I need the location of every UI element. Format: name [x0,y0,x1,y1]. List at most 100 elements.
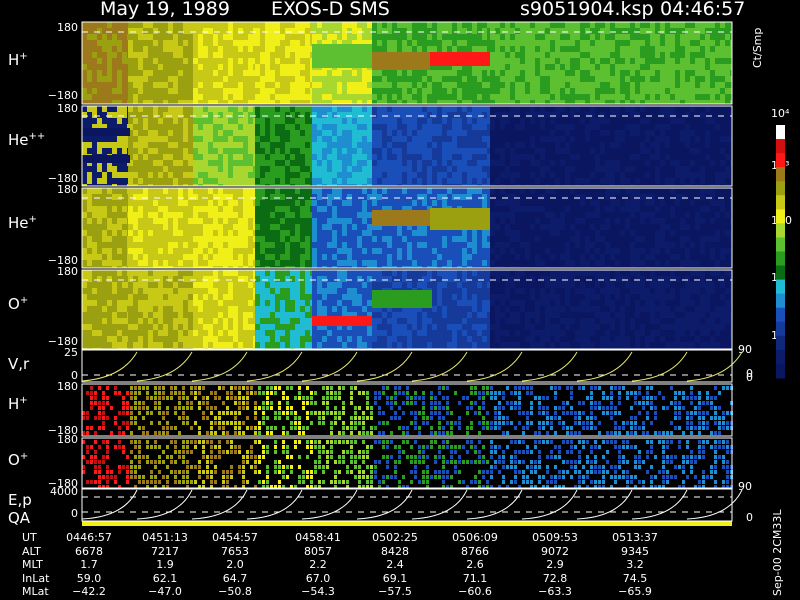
heat-cell [280,22,285,28]
heat-cell [233,82,238,88]
heat-cell [275,218,280,224]
heat-cell [198,254,203,260]
heat-cell [305,124,310,130]
heat-cell [102,212,107,218]
heat-cell [530,148,535,154]
heat-cell [183,194,188,200]
heat-cell [92,254,97,260]
heat-cell [387,160,392,166]
heat-cell [377,178,382,184]
heat-cell [412,34,417,40]
heat-cell [535,136,540,142]
heat-cell [610,124,615,130]
heat-cell [285,46,290,52]
heat-cell [610,82,615,88]
heat-cell [163,58,168,64]
heat-cell [352,136,357,142]
heat-cell [213,218,218,224]
heat-cell [163,218,168,224]
heat-cell [640,28,645,34]
heat-cell [82,34,87,40]
heat-cell [127,40,128,46]
heat-cell [615,112,620,118]
heat-cell [645,28,650,34]
heat-cell [280,52,285,58]
heat-cell [183,212,188,218]
heat-cell [238,106,243,112]
heat-cell [457,230,462,236]
heat-cell [228,22,233,28]
heat-cell [87,82,92,88]
heat-cell [442,242,447,248]
heat-cell [112,34,117,40]
heat-cell [233,160,238,166]
heat-cell [505,172,510,178]
heat-cell [402,28,407,34]
heat-cell [490,188,495,194]
heat-cell [550,34,555,40]
heat-cell [295,124,300,130]
heat-cell [327,194,332,200]
heat-cell [322,206,327,212]
heat-cell [300,260,305,266]
heat-cell [452,248,457,254]
heat-cell [188,46,193,52]
heat-cell [555,70,560,76]
heat-cell [295,82,300,88]
heat-cell [392,136,397,142]
heat-cell [138,82,143,88]
heat-cell [382,160,387,166]
heat-cell [402,76,407,82]
heat-cell [117,40,122,46]
heat-cell [260,70,265,76]
heat-cell [213,58,218,64]
heat-cell [352,112,357,118]
heat-cell [148,46,153,52]
heat-cell [173,142,178,148]
heat-cell [213,242,218,248]
heat-cell [387,236,392,242]
heat-cell [565,118,570,124]
heat-cell [510,142,515,148]
heat-cell [128,200,133,206]
heat-cell [138,230,143,236]
heat-cell [243,130,248,136]
heat-cell [203,160,208,166]
heat-cell [640,148,645,154]
heat-cell [725,52,730,58]
heat-cell [347,70,352,76]
heat-cell [505,142,510,148]
heat-cell [342,76,347,82]
heat-cell [437,88,442,94]
heat-cell [377,70,382,76]
heat-cell [295,230,300,236]
heat-cell [352,230,357,236]
heat-cell [275,40,280,46]
heat-cell [317,154,322,160]
heat-cell [695,106,700,112]
heat-cell [148,148,153,154]
heat-cell [705,112,710,118]
heat-cell [650,112,655,118]
heat-cell [117,88,122,94]
heat-cell [650,100,655,104]
heat-cell [238,34,243,40]
heat-cell [193,188,198,194]
heat-cell [367,70,372,76]
heat-cell [472,130,477,136]
heat-cell [417,22,422,28]
heat-cell [505,148,510,154]
heat-cell [377,194,382,200]
heat-cell [153,34,158,40]
heat-cell [82,166,87,172]
heat-cell [442,160,447,166]
heat-cell [505,28,510,34]
heat-cell [437,230,442,236]
heat-cell [253,22,255,28]
heat-cell [570,58,575,64]
heat-cell [690,22,695,28]
heat-cell [270,58,275,64]
heat-cell [407,142,412,148]
heat-cell [352,224,357,230]
heat-cell [233,88,238,94]
